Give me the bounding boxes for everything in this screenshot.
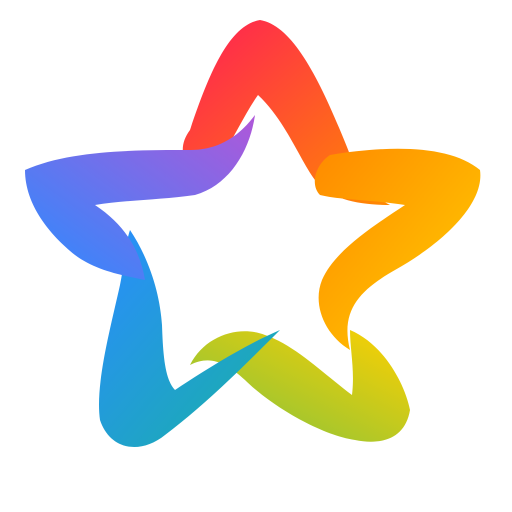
star-arm-right [314, 148, 481, 350]
rainbow-star-icon [25, 20, 481, 447]
logo-canvas [0, 0, 512, 512]
star-arm-bottom-right [190, 330, 410, 442]
